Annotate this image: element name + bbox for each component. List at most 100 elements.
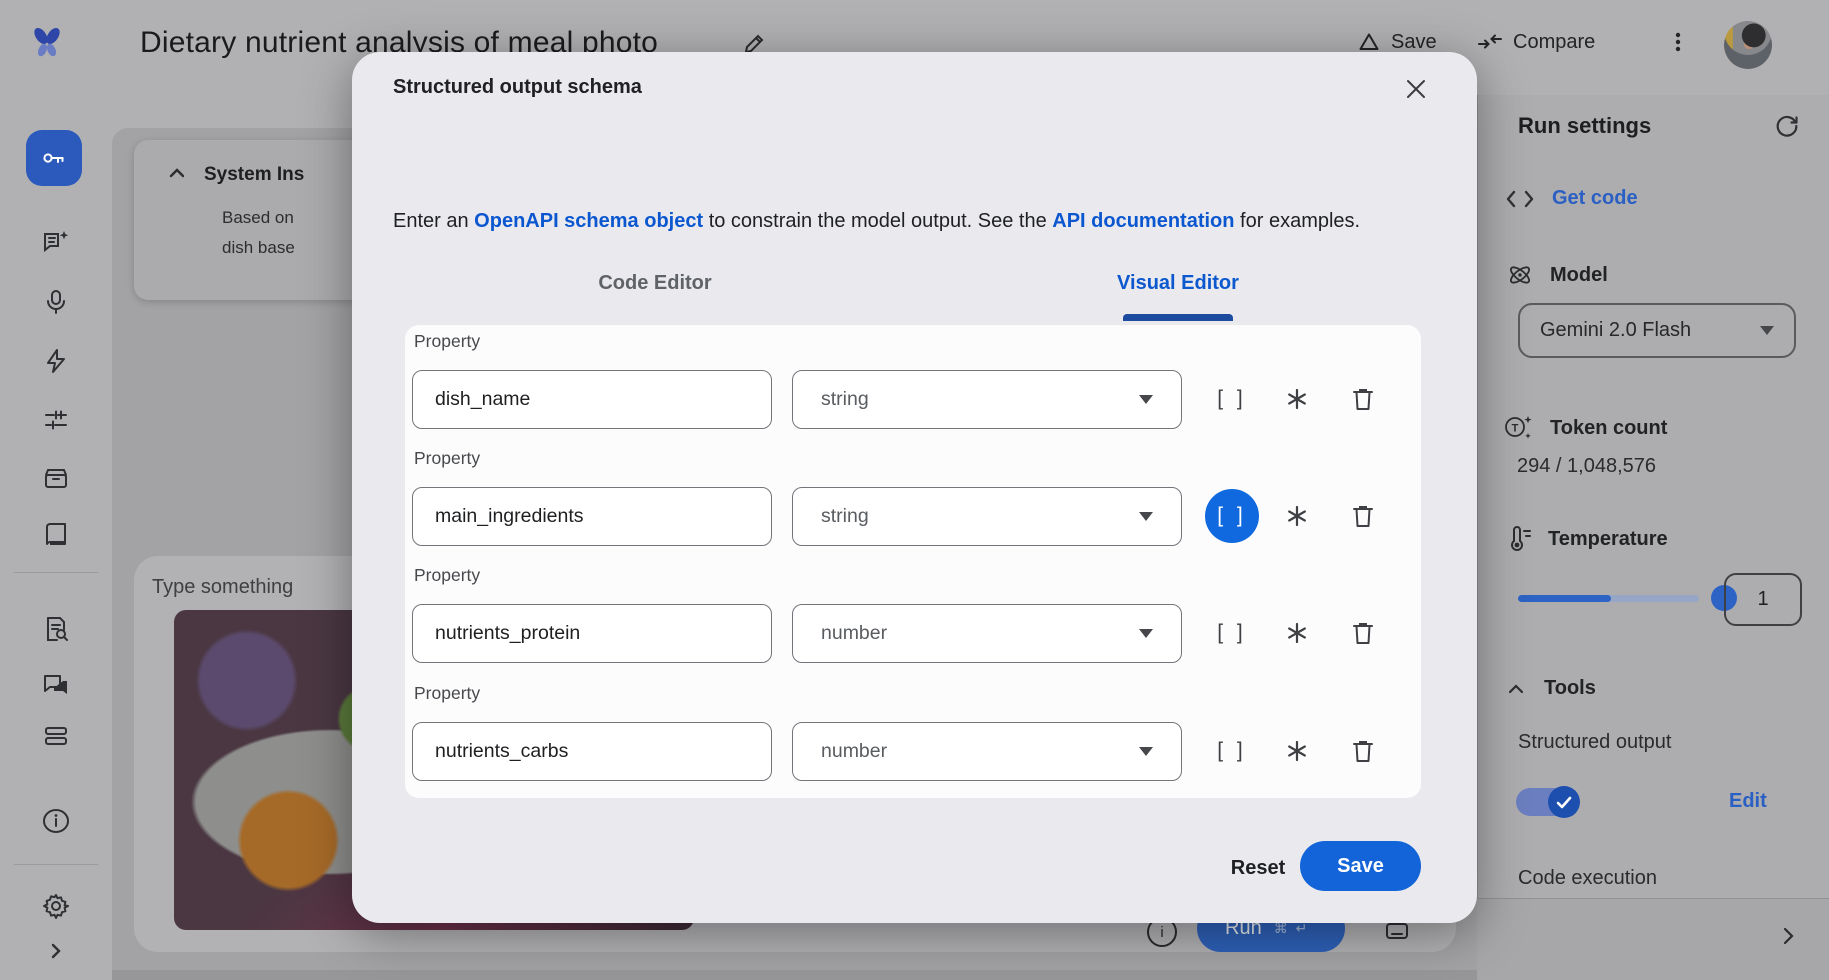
property-type-value: string <box>821 388 869 411</box>
dialog-description: Enter an OpenAPI schema object to constr… <box>393 210 1360 233</box>
sidebar-item-stream[interactable] <box>0 288 112 316</box>
property-type-select[interactable]: number <box>792 722 1182 781</box>
svg-text:T: T <box>1512 423 1519 435</box>
temperature-slider-fill <box>1518 595 1611 602</box>
api-documentation-link[interactable]: API documentation <box>1052 210 1234 232</box>
property-type-select[interactable]: string <box>792 370 1182 429</box>
delete-property-button[interactable] <box>1348 501 1378 531</box>
save-button-label: Save <box>1391 31 1437 54</box>
required-asterisk-button[interactable] <box>1282 384 1312 414</box>
mic-icon <box>42 288 70 316</box>
property-type-select[interactable]: number <box>792 604 1182 663</box>
sidebar-item-doc-search[interactable] <box>0 615 112 643</box>
property-name-input[interactable]: nutrients_carbs <box>412 722 772 781</box>
property-label: Property <box>414 565 480 586</box>
key-icon <box>39 143 69 173</box>
tab-visual-editor[interactable]: Visual Editor <box>1028 272 1328 295</box>
app-logo-icon[interactable] <box>28 24 66 62</box>
keyboard-shortcut-icon[interactable] <box>1385 921 1409 941</box>
description-text: to constrain the model output. See the <box>703 210 1052 232</box>
array-toggle-button-active[interactable]: [ ] <box>1205 489 1259 543</box>
sidebar-item-prompt[interactable] <box>0 228 112 256</box>
sidebar-item-history[interactable] <box>0 722 112 750</box>
info-button[interactable] <box>0 807 112 835</box>
array-toggle-button[interactable]: [ ] <box>1205 724 1259 778</box>
chevron-right-icon <box>1777 925 1799 947</box>
delete-property-button[interactable] <box>1348 618 1378 648</box>
property-name-value: nutrients_carbs <box>435 740 568 763</box>
kebab-menu-icon[interactable] <box>1666 30 1690 54</box>
code-brackets-icon <box>1506 188 1534 210</box>
property-type-value: string <box>821 505 869 528</box>
property-name-input[interactable]: nutrients_protein <box>412 604 772 663</box>
dialog-title: Structured output schema <box>393 76 642 99</box>
token-count-row: T Token count <box>1502 413 1667 443</box>
prompt-spark-icon <box>42 228 70 256</box>
save-schema-button[interactable]: Save <box>1300 841 1421 891</box>
required-asterisk-button[interactable] <box>1282 618 1312 648</box>
property-label: Property <box>414 683 480 704</box>
doc-search-icon <box>42 615 70 643</box>
sidebar-item-docs[interactable] <box>0 521 112 549</box>
model-select-value: Gemini 2.0 Flash <box>1540 319 1691 342</box>
get-code-label: Get code <box>1552 187 1638 210</box>
run-settings-heading: Run settings <box>1518 113 1651 139</box>
sidebar-item-generate[interactable] <box>0 347 112 375</box>
chevron-down-icon <box>1139 747 1153 756</box>
chevron-down-icon <box>1139 629 1153 638</box>
rail-expand-button[interactable] <box>0 941 112 961</box>
sidebar-item-chat[interactable] <box>0 671 112 699</box>
delete-property-button[interactable] <box>1348 736 1378 766</box>
sidebar-item-library[interactable] <box>0 465 112 493</box>
tools-section-header[interactable]: Tools <box>1508 677 1596 700</box>
get-code-button[interactable]: Get code <box>1506 187 1638 210</box>
info-icon <box>41 807 71 835</box>
temperature-value-field[interactable]: 1 <box>1724 573 1802 626</box>
structured-output-edit-link[interactable]: Edit <box>1729 790 1767 813</box>
reset-settings-refresh-icon[interactable] <box>1774 113 1800 139</box>
compare-button-label: Compare <box>1513 31 1595 54</box>
temperature-row: Temperature <box>1504 525 1668 553</box>
sidebar-item-api-keys[interactable] <box>26 130 82 186</box>
sidebar-item-tune[interactable] <box>0 406 112 434</box>
tab-code-editor[interactable]: Code Editor <box>505 272 805 295</box>
model-select[interactable]: Gemini 2.0 Flash <box>1518 303 1796 358</box>
collapse-chevron-icon[interactable] <box>168 166 186 180</box>
property-name-value: dish_name <box>435 388 530 411</box>
delete-property-button[interactable] <box>1348 384 1378 414</box>
property-name-value: main_ingredients <box>435 505 584 528</box>
prompt-placeholder: Type something <box>152 576 293 599</box>
compare-button[interactable]: Compare <box>1477 30 1595 54</box>
sidebar-bottom-bar <box>1477 898 1829 980</box>
reset-button[interactable]: Reset <box>1212 852 1304 884</box>
structured-output-label: Structured output <box>1518 731 1671 754</box>
chevron-down-icon <box>1139 512 1153 521</box>
property-type-select[interactable]: string <box>792 487 1182 546</box>
property-name-input[interactable]: main_ingredients <box>412 487 772 546</box>
close-button[interactable] <box>1401 74 1431 104</box>
schema-properties-panel: Property dish_name string [ ] Property m <box>405 325 1421 798</box>
model-row: Model <box>1506 261 1608 289</box>
settings-button[interactable] <box>0 892 112 920</box>
required-asterisk-button[interactable] <box>1282 736 1312 766</box>
chevron-down-icon <box>1139 395 1153 404</box>
array-toggle-button[interactable]: [ ] <box>1205 372 1259 426</box>
token-counter-icon: T <box>1502 413 1534 443</box>
save-button[interactable]: Save <box>1357 30 1437 54</box>
property-label-clipped: Property <box>414 795 480 798</box>
sidebar-collapse-button[interactable] <box>1777 925 1799 947</box>
code-execution-label: Code execution <box>1518 867 1657 890</box>
array-toggle-button[interactable]: [ ] <box>1205 606 1259 660</box>
token-count-value: 294 / 1,048,576 <box>1517 455 1656 478</box>
required-asterisk-button[interactable] <box>1282 501 1312 531</box>
description-text: Enter an <box>393 210 474 232</box>
property-label: Property <box>414 331 480 352</box>
archive-icon <box>42 465 70 493</box>
property-name-input[interactable]: dish_name <box>412 370 772 429</box>
avatar[interactable] <box>1724 21 1772 69</box>
structured-output-toggle[interactable] <box>1516 788 1578 816</box>
close-icon <box>1405 78 1427 100</box>
model-atom-icon <box>1506 261 1534 289</box>
book-icon <box>42 521 70 549</box>
openapi-schema-link[interactable]: OpenAPI schema object <box>474 210 703 232</box>
